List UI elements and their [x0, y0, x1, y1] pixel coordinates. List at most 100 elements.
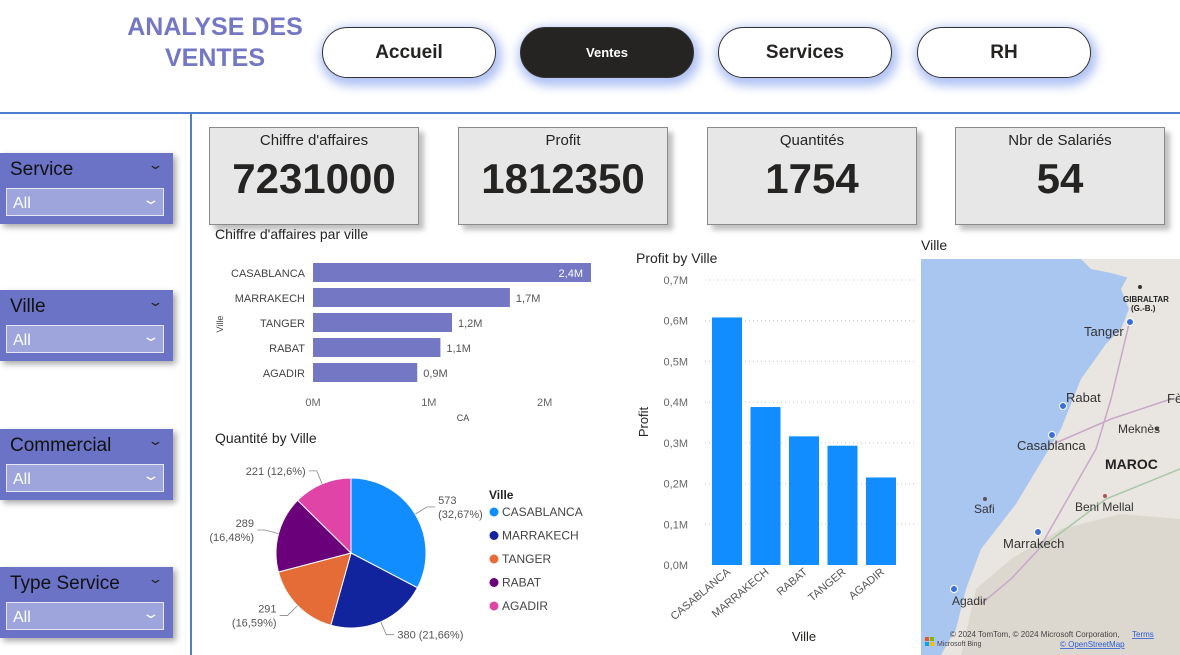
slicer-commercial-label: Commercial	[10, 435, 112, 456]
slicer-commercial: Commercial ⌄ All ⌄	[0, 429, 173, 500]
kpi-card-quantites: Quantités 1754	[707, 127, 917, 225]
ca-category-label: RABAT	[269, 343, 305, 355]
pie-leader-line	[279, 605, 298, 616]
profit-y-tick: 0,5M	[664, 356, 688, 368]
profit-y-axis-label: Profit	[636, 406, 651, 437]
map-label-gibraltar-sub: (G.-B.)	[1131, 304, 1156, 313]
map-osm-link[interactable]: © OpenStreetMap	[1060, 640, 1125, 649]
pie-data-label: (16,59%)	[232, 617, 277, 629]
map-label-maroc: MAROC	[1105, 456, 1158, 472]
profit-y-tick: 0,1M	[664, 519, 688, 531]
kpi-label: Quantités	[779, 132, 845, 149]
chevron-down-icon[interactable]: ⌄	[147, 571, 163, 587]
map-label-fes: Fè	[1167, 391, 1180, 406]
slicer-ville: Ville ⌄ All ⌄	[0, 290, 173, 361]
slicer-commercial-value: All	[13, 471, 31, 488]
slicer-type-service-label: Type Service	[10, 573, 120, 594]
pie-leader-line	[380, 621, 395, 636]
slicer-service-dropdown[interactable]: All ⌄	[6, 188, 164, 216]
profit-bar	[750, 407, 781, 565]
profit-chart-title: Profit by Ville	[636, 250, 718, 266]
map-marker-marrakech[interactable]	[1034, 528, 1042, 536]
ca-category-label: CASABLANCA	[231, 268, 306, 280]
pie-legend-marker	[489, 507, 499, 517]
ca-y-axis-label: Ville	[215, 316, 225, 333]
ca-bar	[313, 263, 591, 282]
profit-bar	[866, 477, 896, 565]
ca-bar	[313, 363, 418, 382]
map-label-agadir: Agadir	[952, 594, 987, 608]
pie-data-label: 289	[236, 518, 254, 530]
profit-x-tick: AGADIR	[847, 566, 887, 602]
pie-legend-item: CASABLANCA	[502, 505, 583, 519]
map-dot-beni-mellal	[1103, 494, 1107, 498]
chevron-down-icon[interactable]: ⌄	[147, 294, 163, 310]
chevron-down-icon: ⌄	[141, 467, 161, 483]
pie-legend-item: RABAT	[502, 576, 542, 590]
slicer-commercial-dropdown[interactable]: All ⌄	[6, 464, 164, 492]
ville-map[interactable]: GIBRALTAR (G.-B.) Tanger Rabat Fè Casabl…	[921, 259, 1180, 655]
kpi-value: 1812350	[481, 155, 645, 202]
chevron-down-icon[interactable]: ⌄	[147, 157, 163, 173]
pie-data-label: 380 (21,66%)	[397, 630, 463, 642]
map-dot-safi	[983, 497, 987, 501]
ca-bar	[313, 338, 441, 357]
nav-button-services[interactable]: Services	[718, 27, 892, 78]
ca-category-label: TANGER	[260, 318, 305, 330]
kpi-label: Profit	[545, 132, 581, 149]
map-canvas[interactable]: GIBRALTAR (G.-B.) Tanger Rabat Fè Casabl…	[921, 259, 1180, 655]
map-title: Ville	[921, 237, 948, 253]
pie-data-label: 221 (12,6%)	[246, 466, 306, 478]
kpi-label: Chiffre d'affaires	[259, 132, 369, 149]
ca-chart-title: Chiffre d'affaires par ville	[215, 226, 369, 242]
pie-data-label: (16,48%)	[209, 532, 254, 544]
map-terms-link[interactable]: Terms	[1132, 630, 1154, 639]
slicer-ville-dropdown[interactable]: All ⌄	[6, 325, 164, 353]
pie-data-label: 573	[438, 495, 456, 507]
slicer-service-value: All	[13, 195, 31, 212]
map-dot-gibraltar	[1138, 285, 1142, 289]
map-marker-tanger[interactable]	[1126, 318, 1134, 326]
ca-x-tick: 2M	[537, 397, 552, 409]
slicer-ville-value: All	[13, 332, 31, 349]
nav-button-ventes[interactable]: Ventes	[520, 27, 694, 78]
profit-y-tick: 0,6M	[664, 316, 688, 328]
ca-data-label: 1,2M	[458, 318, 482, 330]
ca-bar	[313, 313, 452, 332]
pie-data-label: (32,67%)	[438, 509, 483, 521]
profit-x-tick: TANGER	[806, 566, 848, 604]
chevron-down-icon[interactable]: ⌄	[147, 433, 163, 449]
slicer-type-service-dropdown[interactable]: All ⌄	[6, 602, 164, 630]
kpi-label: Nbr de Salariés	[1008, 132, 1112, 149]
map-label-beni-mellal: Beni Mellal	[1075, 500, 1134, 514]
ca-x-axis-label: CA	[457, 413, 470, 423]
nav-button-accueil[interactable]: Accueil	[322, 27, 496, 78]
map-marker-agadir[interactable]	[950, 585, 958, 593]
kpi-card-profit: Profit 1812350	[458, 127, 668, 225]
map-attribution: © 2024 TomTom, © 2024 Microsoft Corporat…	[950, 630, 1120, 639]
profit-y-tick: 0,2M	[664, 479, 688, 491]
ca-data-label: 0,9M	[423, 368, 447, 380]
ca-data-label: 1,7M	[516, 293, 540, 305]
profit-bar	[827, 445, 858, 565]
chevron-down-icon: ⌄	[141, 328, 161, 344]
kpi-value: 7231000	[232, 155, 396, 202]
pie-legend-marker	[489, 578, 499, 587]
map-bing-label: Microsoft Bing	[937, 641, 981, 648]
map-label-casablanca: Casablanca	[1017, 438, 1086, 453]
profit-y-tick: 0,7M	[664, 275, 688, 287]
map-label-meknes: Meknès	[1118, 422, 1160, 436]
chevron-down-icon: ⌄	[141, 191, 161, 207]
chevron-down-icon: ⌄	[141, 605, 161, 621]
pie-legend-item: MARRAKECH	[502, 529, 579, 543]
profit-y-tick: 0,0M	[664, 560, 688, 572]
pie-legend-item: TANGER	[502, 552, 551, 566]
slicer-service-label: Service	[10, 159, 74, 180]
slicer-type-service: Type Service ⌄ All ⌄	[0, 567, 173, 638]
ca-data-label: 1,1M	[446, 343, 470, 355]
pie-leader-line	[257, 529, 279, 534]
pie-data-label: 291	[258, 603, 276, 615]
nav-button-rh[interactable]: RH	[917, 27, 1091, 78]
slicer-ville-label: Ville	[10, 296, 46, 317]
profit-y-tick: 0,3M	[664, 438, 688, 450]
